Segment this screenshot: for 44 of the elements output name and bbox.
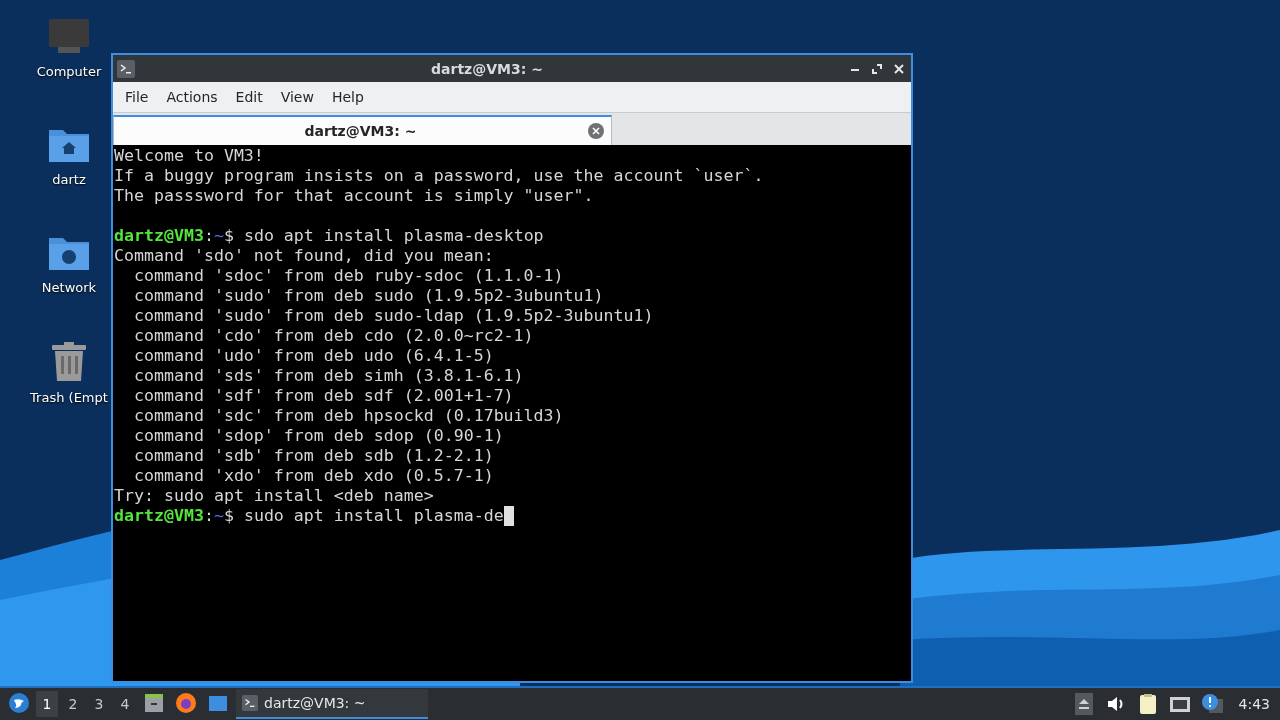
terminal-line: command 'sdop' from deb sdop (0.90-1) <box>132 426 504 446</box>
close-tab-button[interactable] <box>587 122 605 140</box>
desktop-icon-label[interactable]: Network <box>41 280 97 295</box>
menu-item[interactable]: Help <box>323 85 372 109</box>
prompt-line: dartz@VM3:~$ sudo apt install plasma-de <box>114 506 504 526</box>
desktop-icon-label[interactable]: Trash (Empt <box>30 390 108 405</box>
terminal-line: command 'sds' from deb simh (3.8.1-6.1) <box>132 366 524 386</box>
window-title: dartz@VM3: ~ <box>430 60 544 77</box>
menu-item[interactable]: Edit <box>227 85 271 109</box>
desktop-icon-label[interactable]: Computer <box>36 64 102 79</box>
terminal-line: The passsword for that account is simply "user". <box>114 186 594 206</box>
menu-item[interactable]: View <box>272 85 322 109</box>
terminal-line: Try: sudo apt install <deb name> <box>114 486 434 506</box>
task-button[interactable]: dartz@VM3: ~ <box>236 689 428 719</box>
terminal-line: command 'cdo' from deb cdo (2.0.0~rc2-1) <box>132 326 534 346</box>
terminal-line: command 'sdb' from deb sdb (1.2-2.1) <box>132 446 494 466</box>
terminal-line: command 'sdoc' from deb ruby-sdoc (1.1.0-1) <box>132 266 564 286</box>
terminal-line: command 'sdf' from deb sdf (2.001+1-7) <box>132 386 514 406</box>
workspace-button[interactable]: 4 <box>114 691 136 717</box>
terminal-line: command 'sudo' from deb sudo (1.9.5p2-3ubuntu1) <box>132 286 604 306</box>
workspace-button[interactable]: 2 <box>62 691 84 717</box>
terminal-line: command 'sdc' from deb hpsockd (0.17build3) <box>132 406 564 426</box>
menu-item[interactable]: Actions <box>158 85 226 109</box>
workspace-button[interactable]: 3 <box>88 691 110 717</box>
terminal-line: command 'udo' from deb udo (6.4.1-5) <box>132 346 494 366</box>
terminal-line: Welcome to VM3! <box>114 146 264 166</box>
tab[interactable]: dartz@VM3: ~ <box>113 115 612 145</box>
terminal-icon <box>242 695 258 711</box>
trash-icon <box>51 342 87 382</box>
terminal-icon <box>117 59 135 78</box>
desktop-icon-label[interactable]: dartz <box>52 172 86 187</box>
notification-icon[interactable] <box>1200 693 1223 715</box>
monitor-icon <box>48 18 90 56</box>
workspace-button[interactable]: 1 <box>36 691 58 717</box>
maximize-icon <box>872 63 882 74</box>
close-icon <box>894 63 904 74</box>
menu-item[interactable]: File <box>117 85 157 109</box>
eject-icon[interactable] <box>1072 693 1095 715</box>
terminal-line: command 'xdo' from deb xdo (0.5.7-1) <box>132 466 494 486</box>
terminal-line: command 'sudo' from deb sudo-ldap (1.9.5p2-3ubuntu1) <box>132 306 654 326</box>
terminal-line: If a buggy program insists on a password, use the account `user`. <box>114 166 764 186</box>
prompt-line: dartz@VM3:~$ sdo apt install plasma-desktop <box>114 226 544 246</box>
clock: 4:43 <box>1238 696 1270 712</box>
terminal-line: Command 'sdo' not found, did you mean: <box>114 246 494 266</box>
